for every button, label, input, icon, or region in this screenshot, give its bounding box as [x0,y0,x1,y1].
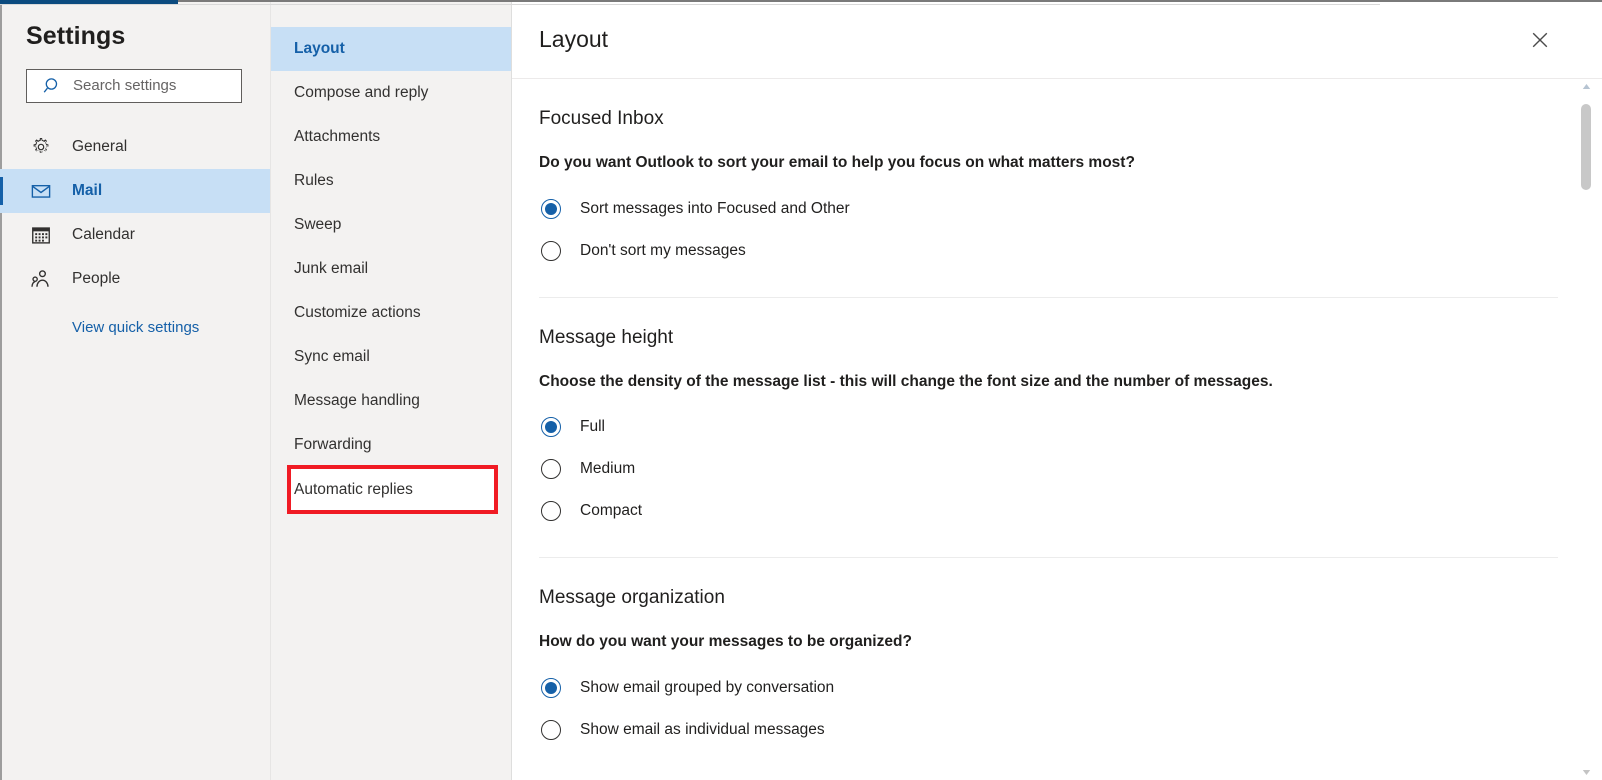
section-title: Focused Inbox [539,108,664,129]
subnav-item-forwarding[interactable]: Forwarding [271,423,511,467]
scroll-up-button[interactable] [1580,80,1592,92]
subnav-item-layout[interactable]: Layout [271,27,511,71]
section-message-organization: Message organization How do you want you… [539,557,1558,745]
subnav-item-sweep[interactable]: Sweep [271,203,511,247]
envelope-icon [31,184,51,198]
radio-button[interactable] [541,677,561,698]
window-top-border-secondary [0,4,1380,5]
subnav-item-rules[interactable]: Rules [271,159,511,203]
subnav-item-compose-and-reply[interactable]: Compose and reply [271,71,511,115]
sidebar-item-label: Mail [72,181,103,199]
radio-label: Show email as individual messages [580,721,825,739]
sidebar-left-edge [0,4,2,780]
section-title: Message height [539,326,674,348]
window-top-border [178,0,1602,2]
content-scrollbar[interactable] [1580,80,1592,780]
radio-label: Show email grouped by conversation [580,679,835,697]
chevron-up-icon [1582,83,1590,89]
people-icon [31,269,49,287]
sidebar-nav-list: General Mail Calendar People [0,125,270,301]
section-question: How do you want your messages to be orga… [539,633,912,651]
mail-subnav: Layout Compose and reply Attachments Rul… [271,0,512,780]
close-icon [1532,32,1548,48]
sidebar-item-mail[interactable]: Mail [0,168,270,213]
radio-option-medium[interactable]: Medium [539,454,1558,484]
radio-option-full[interactable]: Full [539,412,1558,442]
sidebar-item-label: Calendar [72,225,135,243]
subnav-item-attachments[interactable]: Attachments [271,115,511,159]
radio-option-grouped-by-conversation[interactable]: Show email grouped by conversation [539,673,1558,703]
radio-button[interactable] [541,417,561,438]
subnav-item-automatic-replies[interactable]: Automatic replies [287,465,498,514]
radio-option-sort-focused-other[interactable]: Sort messages into Focused and Other [539,194,1602,224]
radio-button[interactable] [541,459,561,480]
sidebar-item-people[interactable]: People [0,257,270,301]
search-icon [43,77,58,93]
chevron-down-icon [1582,769,1590,775]
page-title: Settings [26,22,126,50]
settings-content-pane: Layout Focused Inbox Do you want Outlook… [512,0,1602,780]
subnav-item-sync-email[interactable]: Sync email [271,335,511,379]
sidebar-item-general[interactable]: General [0,125,270,169]
gear-icon [33,137,49,153]
radio-label: Don't sort my messages [580,241,746,259]
view-quick-settings-link[interactable]: View quick settings [0,319,270,336]
subnav-item-customize-actions[interactable]: Customize actions [271,291,511,335]
radio-button[interactable] [541,501,561,522]
radio-label: Full [580,418,605,436]
radio-label: Medium [580,460,636,478]
search-settings-container [26,68,270,103]
subnav-item-junk-email[interactable]: Junk email [271,247,511,291]
radio-option-compact[interactable]: Compact [539,496,1558,526]
section-title: Message organization [539,587,725,609]
scrollbar-thumb[interactable] [1581,104,1591,190]
content-body: Focused Inbox Do you want Outlook to sor… [512,79,1602,779]
radio-option-dont-sort[interactable]: Don't sort my messages [539,236,1602,266]
radio-label: Sort messages into Focused and Other [580,199,850,217]
radio-button[interactable] [541,198,561,219]
content-header: Layout [512,0,1602,79]
window-accent-bar [0,0,178,4]
radio-option-individual-messages[interactable]: Show email as individual messages [539,715,1558,745]
sidebar-item-label: General [72,137,128,155]
radio-button[interactable] [541,719,561,740]
radio-label: Compact [580,502,643,520]
search-settings-box[interactable] [26,68,242,103]
section-message-height: Message height Choose the density of the… [539,296,1558,527]
close-button[interactable] [1526,26,1554,54]
settings-dialog: Settings General [0,0,1602,780]
scroll-down-button[interactable] [1580,766,1592,778]
radio-button[interactable] [541,240,561,261]
calendar-icon [32,226,50,244]
settings-sidebar: Settings General [0,0,271,780]
content-title: Layout [539,25,609,52]
sidebar-item-calendar[interactable]: Calendar [0,213,270,257]
section-question: Choose the density of the message list -… [539,372,1273,390]
section-question: Do you want Outlook to sort your email t… [539,154,1135,171]
subnav-item-message-handling[interactable]: Message handling [271,379,511,423]
section-focused-inbox: Focused Inbox Do you want Outlook to sor… [539,79,1602,266]
search-input[interactable] [73,77,233,94]
sidebar-item-label: People [72,269,121,287]
scrollbar-track[interactable] [1580,94,1592,764]
